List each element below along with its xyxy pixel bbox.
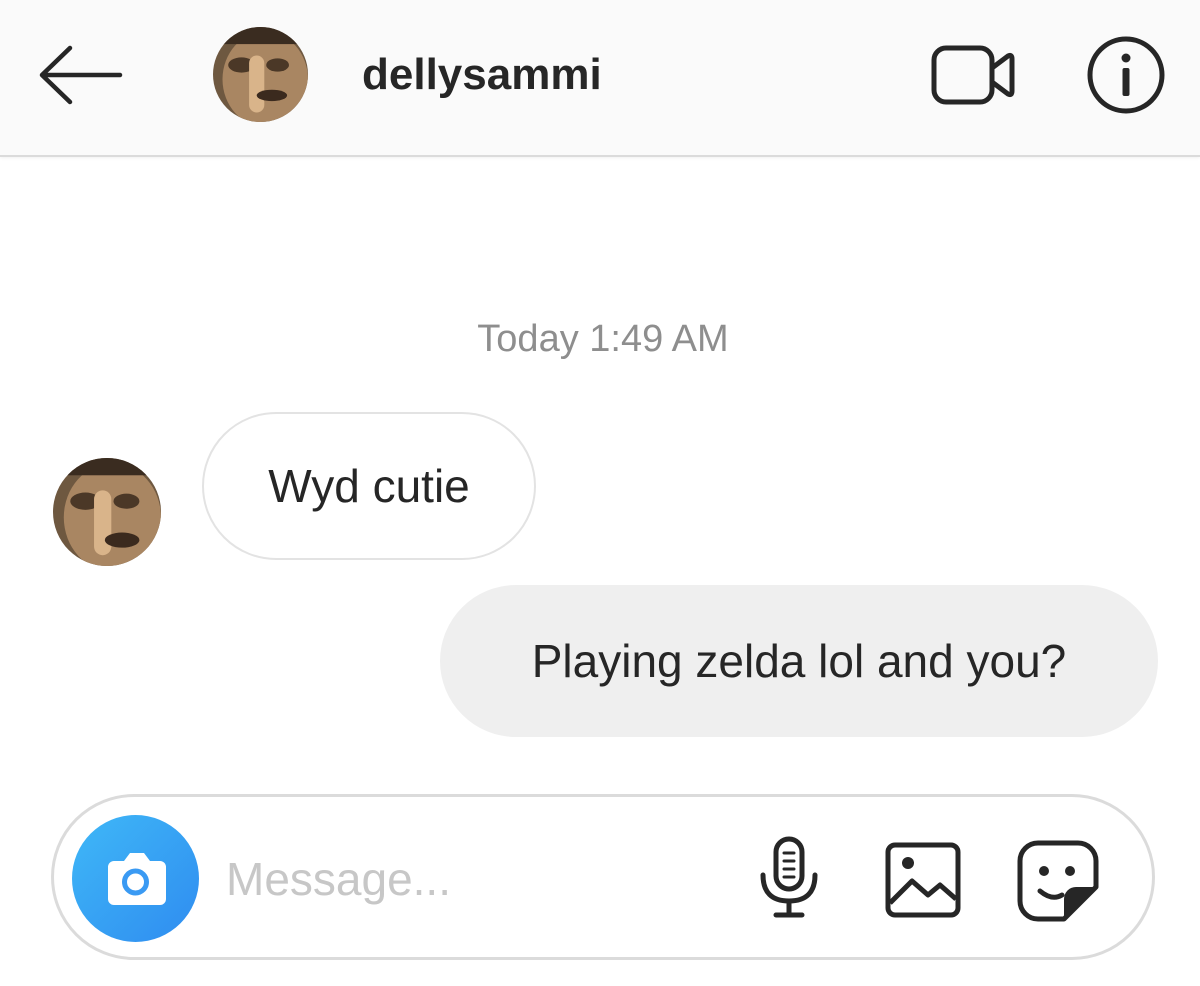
voice-message-button[interactable] — [754, 835, 824, 921]
sender-avatar[interactable] — [53, 458, 161, 566]
sticker-icon — [1017, 840, 1099, 922]
microphone-icon — [760, 836, 818, 918]
camera-icon — [108, 853, 166, 905]
sticker-button[interactable] — [1016, 839, 1100, 923]
message-composer — [51, 794, 1155, 960]
info-icon — [1087, 36, 1165, 114]
message-timestamp: Today 1:49 AM — [477, 318, 729, 360]
camera-button[interactable] — [72, 815, 199, 942]
message-text: Wyd cutie — [268, 460, 470, 512]
video-call-button[interactable] — [928, 40, 1018, 110]
gallery-button[interactable] — [884, 841, 962, 919]
conversation-info-button[interactable] — [1085, 34, 1167, 116]
arrow-left-icon — [39, 45, 123, 105]
contact-avatar[interactable] — [213, 27, 308, 122]
conversation-header: dellysammi — [0, 0, 1200, 157]
message-text: Playing zelda lol and you? — [531, 635, 1067, 687]
image-icon — [885, 842, 961, 918]
outgoing-message-bubble[interactable]: Playing zelda lol and you? — [440, 585, 1158, 737]
message-input[interactable] — [226, 849, 706, 909]
incoming-message-bubble[interactable]: Wyd cutie — [202, 412, 536, 560]
back-button[interactable] — [36, 40, 126, 110]
contact-username[interactable]: dellysammi — [362, 50, 602, 100]
video-camera-icon — [931, 45, 1015, 105]
